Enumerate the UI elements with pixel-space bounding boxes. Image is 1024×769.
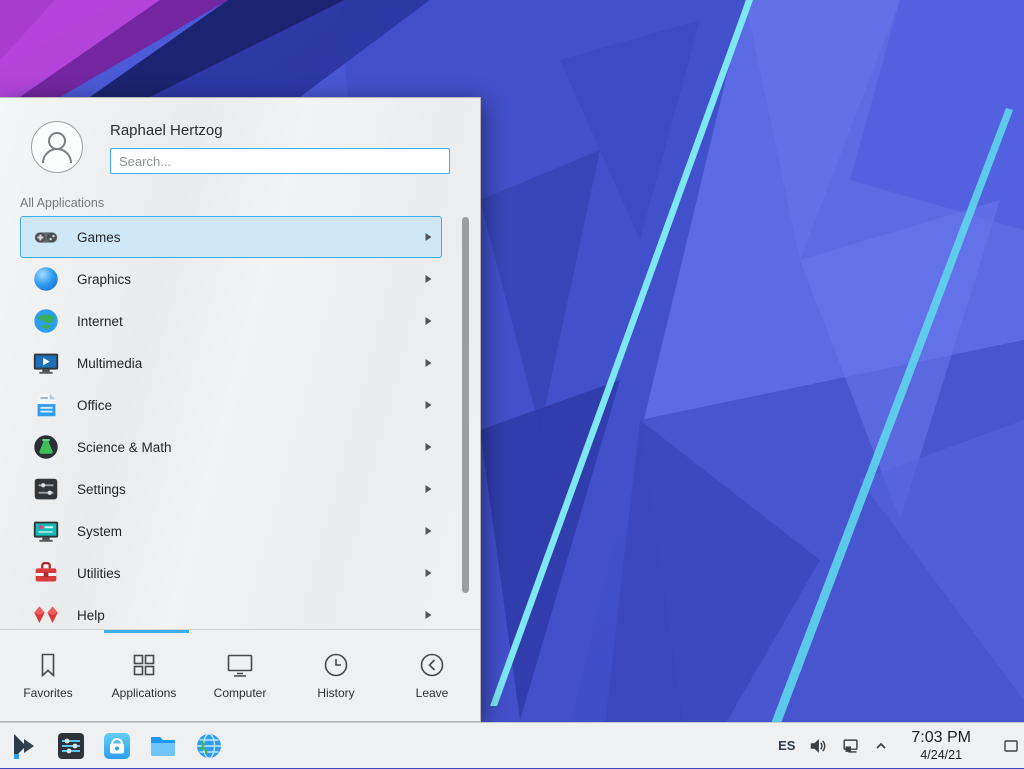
menu-item-graphics[interactable]: Graphics [20,258,442,300]
menu-item-label: Science & Math [77,440,408,455]
desktop: Raphael Hertzog All Applications Games G… [0,0,1024,768]
menu-item-help[interactable]: Help [20,594,442,629]
applications-icon [130,651,158,679]
menu-item-label: Games [77,230,408,245]
show-desktop-icon [1003,738,1019,754]
menu-item-multimedia[interactable]: Multimedia [20,342,442,384]
clock-date: 4/24/21 [911,748,971,762]
utilities-icon [31,558,61,588]
chevron-right-icon [424,442,433,452]
tab-history[interactable]: History [288,630,384,721]
history-icon [322,651,350,679]
terminal-icon [56,731,86,761]
chevron-right-icon [424,610,433,620]
clock-time: 7:03 PM [911,729,971,747]
search-input[interactable] [110,148,450,174]
application-launcher: Raphael Hertzog All Applications Games G… [0,97,481,722]
application-category-list: Games Graphics Internet [0,214,480,629]
chevron-right-icon [424,484,433,494]
user-name: Raphael Hertzog [110,122,450,139]
clock[interactable]: 7:03 PM 4/24/21 [911,729,971,762]
chevron-right-icon [424,526,433,536]
tab-label: Favorites [23,686,72,700]
tab-label: Applications [112,686,177,700]
tab-favorites[interactable]: Favorites [0,630,96,721]
chevron-right-icon [424,316,433,326]
section-label: All Applications [0,180,480,214]
menu-item-label: Graphics [77,272,408,287]
menu-item-games[interactable]: Games [20,216,442,258]
favorites-icon [35,651,61,679]
user-column: Raphael Hertzog [110,120,450,174]
menu-item-label: Office [77,398,408,413]
settings-icon [31,474,61,504]
launcher-header: Raphael Hertzog [0,98,480,180]
user-icon [30,120,84,174]
system-icon [31,516,61,546]
graphics-icon [31,264,61,294]
tab-label: Leave [416,686,449,700]
launcher-tab-bar: Favorites Applications Computer History [0,629,480,721]
tray-expand-icon[interactable] [874,739,888,753]
software-center-button[interactable] [100,727,134,765]
menu-item-label: Help [77,608,408,623]
chevron-right-icon [424,568,433,578]
app-launcher-icon [10,731,40,761]
tab-leave[interactable]: Leave [384,630,480,721]
tab-label: Computer [214,686,267,700]
web-browser-button[interactable] [192,727,226,765]
scrollbar[interactable] [462,217,469,593]
help-icon [31,600,61,629]
chevron-right-icon [424,358,433,368]
network-icon[interactable] [841,736,861,756]
menu-item-label: Utilities [77,566,408,581]
tab-computer[interactable]: Computer [192,630,288,721]
system-tray: ES 7:03 PM 4/24/21 [778,723,1024,769]
file-manager-button[interactable] [146,727,180,765]
terminal-button[interactable] [54,727,88,765]
discover-icon [102,731,132,761]
tab-applications[interactable]: Applications [96,630,192,721]
chevron-right-icon [424,400,433,410]
browser-icon [194,731,224,761]
computer-icon [225,651,255,679]
file-manager-icon [148,731,178,761]
leave-icon [418,651,446,679]
internet-icon [31,306,61,336]
taskbar-launchers [0,727,226,765]
menu-item-label: Settings [77,482,408,497]
menu-item-science-math[interactable]: Science & Math [20,426,442,468]
user-avatar[interactable] [30,120,84,174]
chevron-right-icon [424,274,433,284]
menu-item-utilities[interactable]: Utilities [20,552,442,594]
menu-item-label: System [77,524,408,539]
menu-item-label: Multimedia [77,356,408,371]
multimedia-icon [31,348,61,378]
office-icon [31,390,61,420]
menu-item-office[interactable]: Office [20,384,442,426]
keyboard-layout-indicator[interactable]: ES [778,738,795,753]
app-launcher-button[interactable] [8,727,42,765]
chevron-right-icon [424,232,433,242]
tab-label: History [317,686,354,700]
menu-item-settings[interactable]: Settings [20,468,442,510]
taskbar: ES 7:03 PM 4/24/21 [0,722,1024,768]
active-tab-indicator [104,630,189,633]
menu-item-label: Internet [77,314,408,329]
menu-item-internet[interactable]: Internet [20,300,442,342]
games-icon [31,222,61,252]
science-icon [31,432,61,462]
show-desktop-button[interactable] [998,723,1024,769]
volume-icon[interactable] [808,736,828,756]
menu-item-system[interactable]: System [20,510,442,552]
